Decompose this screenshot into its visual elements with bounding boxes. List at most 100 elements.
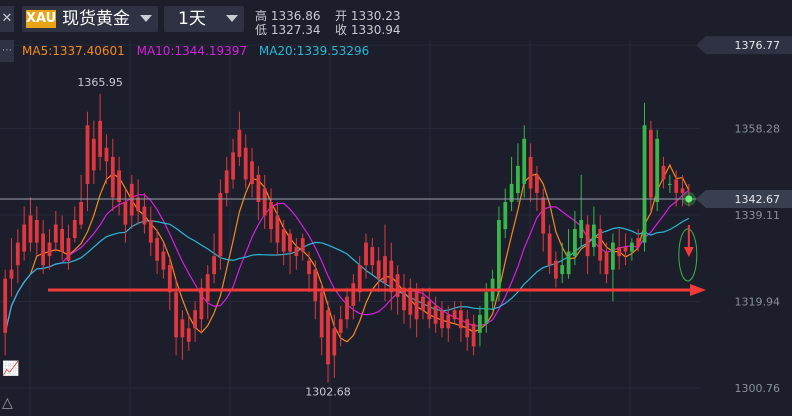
candle-body	[47, 242, 52, 257]
candle	[47, 229, 52, 270]
candle	[433, 296, 438, 333]
candle-body	[364, 242, 368, 266]
candle	[503, 188, 508, 239]
candle	[402, 274, 406, 324]
candle-body	[161, 251, 166, 270]
candle-body	[522, 138, 527, 184]
candle-body	[307, 260, 311, 275]
close-icon: ✕	[1, 11, 13, 26]
candle-body	[72, 220, 77, 238]
candle	[446, 305, 451, 342]
candle	[161, 242, 166, 279]
candle-body	[212, 256, 216, 275]
ma20-label: MA20:1339.53296	[258, 44, 370, 58]
candlestick-chart[interactable]: 1365.95 1302.68 1376.77 1358.28 1339.11 1319…	[0, 0, 792, 416]
candle	[237, 111, 242, 166]
candle	[53, 211, 58, 252]
candle-body	[275, 215, 280, 243]
candle	[427, 287, 432, 329]
close-value: 1330.94	[350, 23, 401, 37]
candle-body	[117, 170, 121, 202]
price-axis: 1376.77 1358.28 1339.11 1319.94 1300.76 1342.…	[696, 36, 792, 395]
candle	[421, 287, 425, 320]
settings-button[interactable]: ⋯	[0, 40, 14, 62]
candle-body	[351, 283, 356, 306]
candle-body	[357, 265, 362, 293]
candle-body	[262, 188, 267, 216]
candle-body	[288, 233, 292, 252]
candle-body	[199, 287, 204, 320]
high-value: 1336.86	[270, 9, 321, 23]
candle	[60, 215, 64, 261]
candle	[256, 165, 261, 221]
candle-body	[167, 265, 172, 293]
symbol-selector[interactable]: XAU 现货黄金	[22, 6, 158, 32]
high-annotation: 1365.95	[77, 76, 123, 89]
candle-body	[497, 220, 501, 293]
drawing-tool-icon[interactable]: △	[2, 394, 20, 412]
candle	[478, 305, 482, 347]
candle-body	[34, 220, 39, 243]
low-value: 1327.34	[270, 23, 321, 37]
candle	[357, 256, 362, 302]
candle-body	[579, 220, 584, 238]
candle-body	[395, 274, 400, 297]
high-label: 高	[255, 9, 268, 23]
candle	[110, 138, 115, 211]
candle-body	[15, 242, 20, 266]
candle	[642, 102, 647, 252]
candle-body	[427, 301, 432, 320]
candle	[376, 247, 381, 293]
candle	[585, 215, 590, 275]
candle	[300, 233, 305, 261]
candle-body	[516, 165, 520, 193]
candle	[630, 238, 634, 261]
candle	[269, 188, 273, 243]
candle	[148, 206, 153, 257]
candle	[275, 201, 280, 257]
candle	[281, 220, 286, 266]
candle-body	[345, 296, 349, 320]
candle-body	[547, 233, 552, 266]
candle-body	[376, 260, 381, 279]
candle	[516, 143, 520, 202]
candle	[319, 283, 324, 356]
candle	[667, 174, 672, 193]
candle	[592, 206, 596, 257]
candle	[345, 287, 349, 329]
candle-body	[218, 193, 223, 257]
price-tick-label: 1339.11	[735, 209, 781, 222]
candle	[123, 188, 128, 243]
line-chart-icon[interactable]: 📈	[2, 360, 20, 378]
ma5-label: MA5:1337.40601	[22, 44, 125, 58]
support-arrow-head	[690, 283, 706, 296]
candle-body	[478, 314, 482, 333]
candle	[307, 251, 311, 293]
candle	[497, 206, 501, 302]
candle	[509, 156, 514, 211]
candle	[598, 215, 603, 275]
candle	[9, 238, 14, 297]
settings-icon: ⋯	[2, 45, 12, 56]
candle	[262, 174, 267, 230]
candle	[661, 156, 666, 189]
candle-body	[79, 202, 83, 225]
candle-body	[243, 147, 248, 180]
candle-body	[269, 202, 273, 230]
candle-body	[560, 265, 565, 275]
candle-body	[636, 238, 641, 248]
candle-body	[611, 242, 615, 270]
period-selector[interactable]: 1天	[164, 6, 244, 32]
candle-body	[110, 156, 115, 198]
candle-body	[104, 147, 109, 162]
candle-body	[554, 260, 558, 279]
candle	[98, 93, 102, 171]
candle-body	[452, 310, 457, 320]
candle-body	[585, 224, 590, 257]
candle	[155, 229, 159, 275]
candle-body	[205, 274, 210, 302]
candle-body	[22, 224, 27, 252]
close-button[interactable]: ✕	[0, 6, 14, 32]
price-tick-label: 1319.94	[735, 295, 781, 308]
candle-body	[465, 319, 470, 338]
